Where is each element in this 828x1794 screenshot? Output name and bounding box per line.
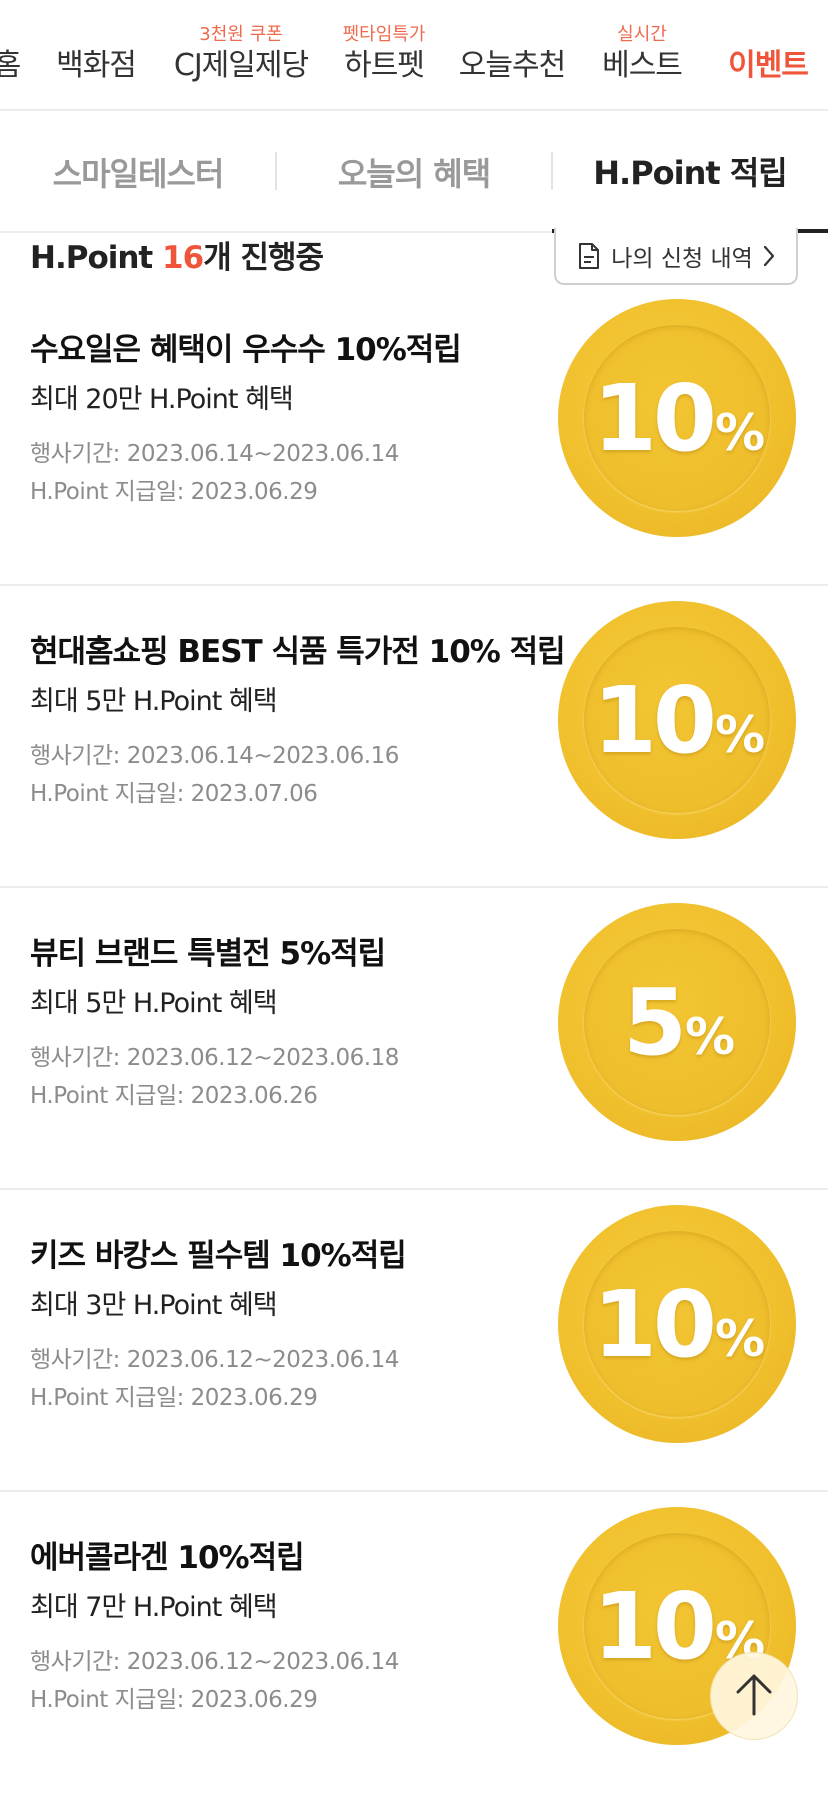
- event-period: 행사기간: 2023.06.14~2023.06.14: [30, 441, 399, 467]
- event-item[interactable]: 현대홈쇼핑 BEST 식품 특가전 10% 적립 최대 5만 H.Point 혜…: [0, 586, 828, 888]
- my-application-history-button[interactable]: 나의 신청 내역: [554, 228, 798, 285]
- tab-today-benefit[interactable]: 오늘의 혜택: [276, 112, 552, 231]
- event-period: 행사기간: 2023.06.12~2023.06.18: [30, 1045, 399, 1071]
- nav-label: 백화점: [56, 48, 137, 83]
- event-count-title: H.Point 16개 진행중: [30, 232, 324, 277]
- event-benefit: 최대 7만 H.Point 혜택: [30, 1592, 278, 1623]
- nav-item-today-recommend[interactable]: 오늘추천: [456, 0, 568, 111]
- coin-text: 10%: [592, 1270, 765, 1378]
- coin-text: 10%: [592, 666, 765, 774]
- event-period: 행사기간: 2023.06.12~2023.06.14: [30, 1347, 399, 1373]
- nav-item-cj[interactable]: 3천원 쿠폰 CJ제일제당: [168, 0, 314, 111]
- nav-label: 홈: [0, 48, 21, 83]
- event-pay-date: H.Point 지급일: 2023.07.06: [30, 781, 318, 807]
- coin-text: 5%: [622, 968, 735, 1076]
- scroll-top-button[interactable]: [710, 1652, 798, 1740]
- history-label: 나의 신청 내역: [611, 245, 753, 272]
- event-title: 에버콜라겐 10%적립: [30, 1540, 305, 1576]
- top-category-nav: 홈 백화점 3천원 쿠폰 CJ제일제당 펫타임특가 하트펫 오늘추천 실시간 베…: [0, 0, 828, 111]
- nav-label: 오늘추천: [458, 48, 566, 83]
- event-benefit: 최대 20만 H.Point 혜택: [30, 384, 294, 415]
- nav-item-department-store[interactable]: 백화점: [50, 0, 142, 111]
- nav-item-best[interactable]: 실시간 베스트: [596, 0, 688, 111]
- nav-label: 하트펫: [344, 48, 425, 83]
- event-item[interactable]: 키즈 바캉스 필수템 10%적립 최대 3만 H.Point 혜택 행사기간: …: [0, 1190, 828, 1492]
- event-title: 뷰티 브랜드 특별전 5%적립: [30, 936, 386, 972]
- percent-coin-icon: 10%: [558, 601, 796, 839]
- event-item[interactable]: 뷰티 브랜드 특별전 5%적립 최대 5만 H.Point 혜택 행사기간: 2…: [0, 888, 828, 1190]
- event-pay-date: H.Point 지급일: 2023.06.26: [30, 1083, 318, 1109]
- event-pay-date: H.Point 지급일: 2023.06.29: [30, 1687, 318, 1713]
- percent-coin-icon: 10%: [558, 299, 796, 537]
- event-pay-date: H.Point 지급일: 2023.06.29: [30, 479, 318, 505]
- event-pay-date: H.Point 지급일: 2023.06.29: [30, 1385, 318, 1411]
- event-item[interactable]: 에버콜라겐 10%적립 최대 7만 H.Point 혜택 행사기간: 2023.…: [0, 1492, 828, 1794]
- event-benefit: 최대 5만 H.Point 혜택: [30, 988, 278, 1019]
- tab-smile-tester[interactable]: 스마일테스터: [0, 112, 276, 231]
- event-benefit: 최대 5만 H.Point 혜택: [30, 686, 278, 717]
- nav-item-heartpet[interactable]: 펫타임특가 하트펫: [336, 0, 432, 111]
- percent-coin-icon: 5%: [558, 903, 796, 1141]
- event-title: 현대홈쇼핑 BEST 식품 특가전 10% 적립: [30, 634, 566, 670]
- chevron-right-icon: [763, 245, 775, 267]
- tab-hpoint[interactable]: H.Point 적립: [552, 112, 828, 233]
- coin-text: 10%: [592, 364, 765, 472]
- nav-item-home[interactable]: 홈: [0, 0, 28, 111]
- event-subtabs: 스마일테스터 오늘의 혜택 H.Point 적립: [0, 112, 828, 233]
- event-item[interactable]: 수요일은 혜택이 우수수 10%적립 최대 20만 H.Point 혜택 행사기…: [0, 284, 828, 586]
- event-count: 16: [162, 240, 204, 276]
- event-period: 행사기간: 2023.06.12~2023.06.14: [30, 1649, 399, 1675]
- summary-suffix: 개 진행중: [203, 240, 324, 276]
- percent-coin-icon: 10%: [558, 1205, 796, 1443]
- nav-label: CJ제일제당: [173, 48, 309, 83]
- nav-label: 이벤트: [728, 48, 809, 83]
- nav-item-event[interactable]: 이벤트: [712, 0, 824, 111]
- document-icon: [577, 242, 601, 270]
- event-title: 키즈 바캉스 필수템 10%적립: [30, 1238, 407, 1274]
- event-benefit: 최대 3만 H.Point 혜택: [30, 1290, 278, 1321]
- event-title: 수요일은 혜택이 우수수 10%적립: [30, 332, 462, 368]
- nav-label: 베스트: [602, 48, 683, 83]
- event-period: 행사기간: 2023.06.14~2023.06.16: [30, 743, 399, 769]
- arrow-up-icon: [732, 1670, 776, 1722]
- summary-prefix: H.Point: [30, 240, 163, 276]
